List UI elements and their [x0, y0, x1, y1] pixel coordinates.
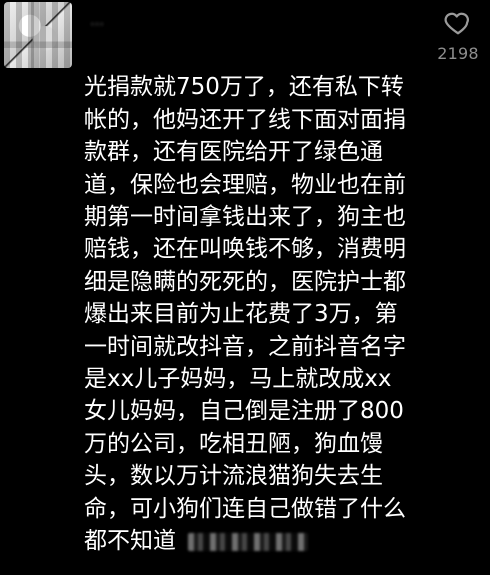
- comment-body: 光捐款就750万了，还有私下转 帐的，他妈还开了线下面对面捐 款群，还有医院给开…: [84, 39, 419, 558]
- redacted-mention: …: [188, 532, 308, 551]
- heart-outline-icon: [444, 12, 469, 35]
- user-avatar[interactable]: [4, 2, 72, 68]
- like-count: 2198: [437, 44, 479, 63]
- like-button[interactable]: 2198: [427, 7, 489, 71]
- comment-text: 光捐款就750万了，还有私下转 帐的，他妈还开了线下面对面捐 款群，还有医院给开…: [84, 74, 406, 555]
- author-name[interactable]: …: [90, 11, 104, 31]
